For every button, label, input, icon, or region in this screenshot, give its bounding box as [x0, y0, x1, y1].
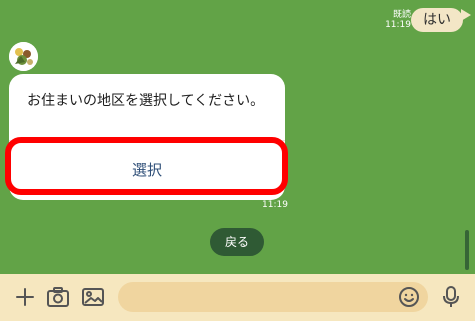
message-input[interactable]	[128, 282, 392, 314]
avatar-image	[9, 42, 38, 71]
sent-time: 11:19	[385, 20, 411, 30]
microphone-icon	[443, 286, 459, 307]
read-receipt: 既読	[392, 10, 411, 20]
plus-icon	[16, 288, 34, 306]
scrollbar[interactable]	[465, 230, 469, 270]
camera-icon	[47, 287, 69, 307]
card-message: お住まいの地区を選択してください。	[27, 93, 265, 109]
plus-button[interactable]	[12, 284, 38, 310]
message-textbox[interactable]	[118, 282, 428, 314]
sent-message-meta: 既読 11:19	[385, 10, 411, 30]
back-button[interactable]: 戻る	[210, 228, 264, 256]
sent-bubble-tail	[461, 9, 471, 21]
image-button[interactable]	[80, 284, 106, 310]
microphone-button[interactable]	[438, 284, 464, 310]
emoji-button[interactable]	[398, 286, 420, 308]
image-icon	[82, 288, 104, 306]
emoji-icon	[399, 287, 419, 307]
camera-button[interactable]	[45, 284, 71, 310]
select-button[interactable]: 選択	[9, 141, 285, 200]
sent-message-bubble: はい	[411, 8, 463, 32]
message-input-bar	[0, 274, 475, 321]
message-card: お住まいの地区を選択してください。 選択	[9, 74, 285, 200]
chat-area: 既読 11:19 はい お住まいの地区を選択してください。 選択 11:19 戻…	[0, 0, 475, 274]
avatar[interactable]	[9, 42, 38, 71]
received-time: 11:19	[262, 200, 288, 210]
